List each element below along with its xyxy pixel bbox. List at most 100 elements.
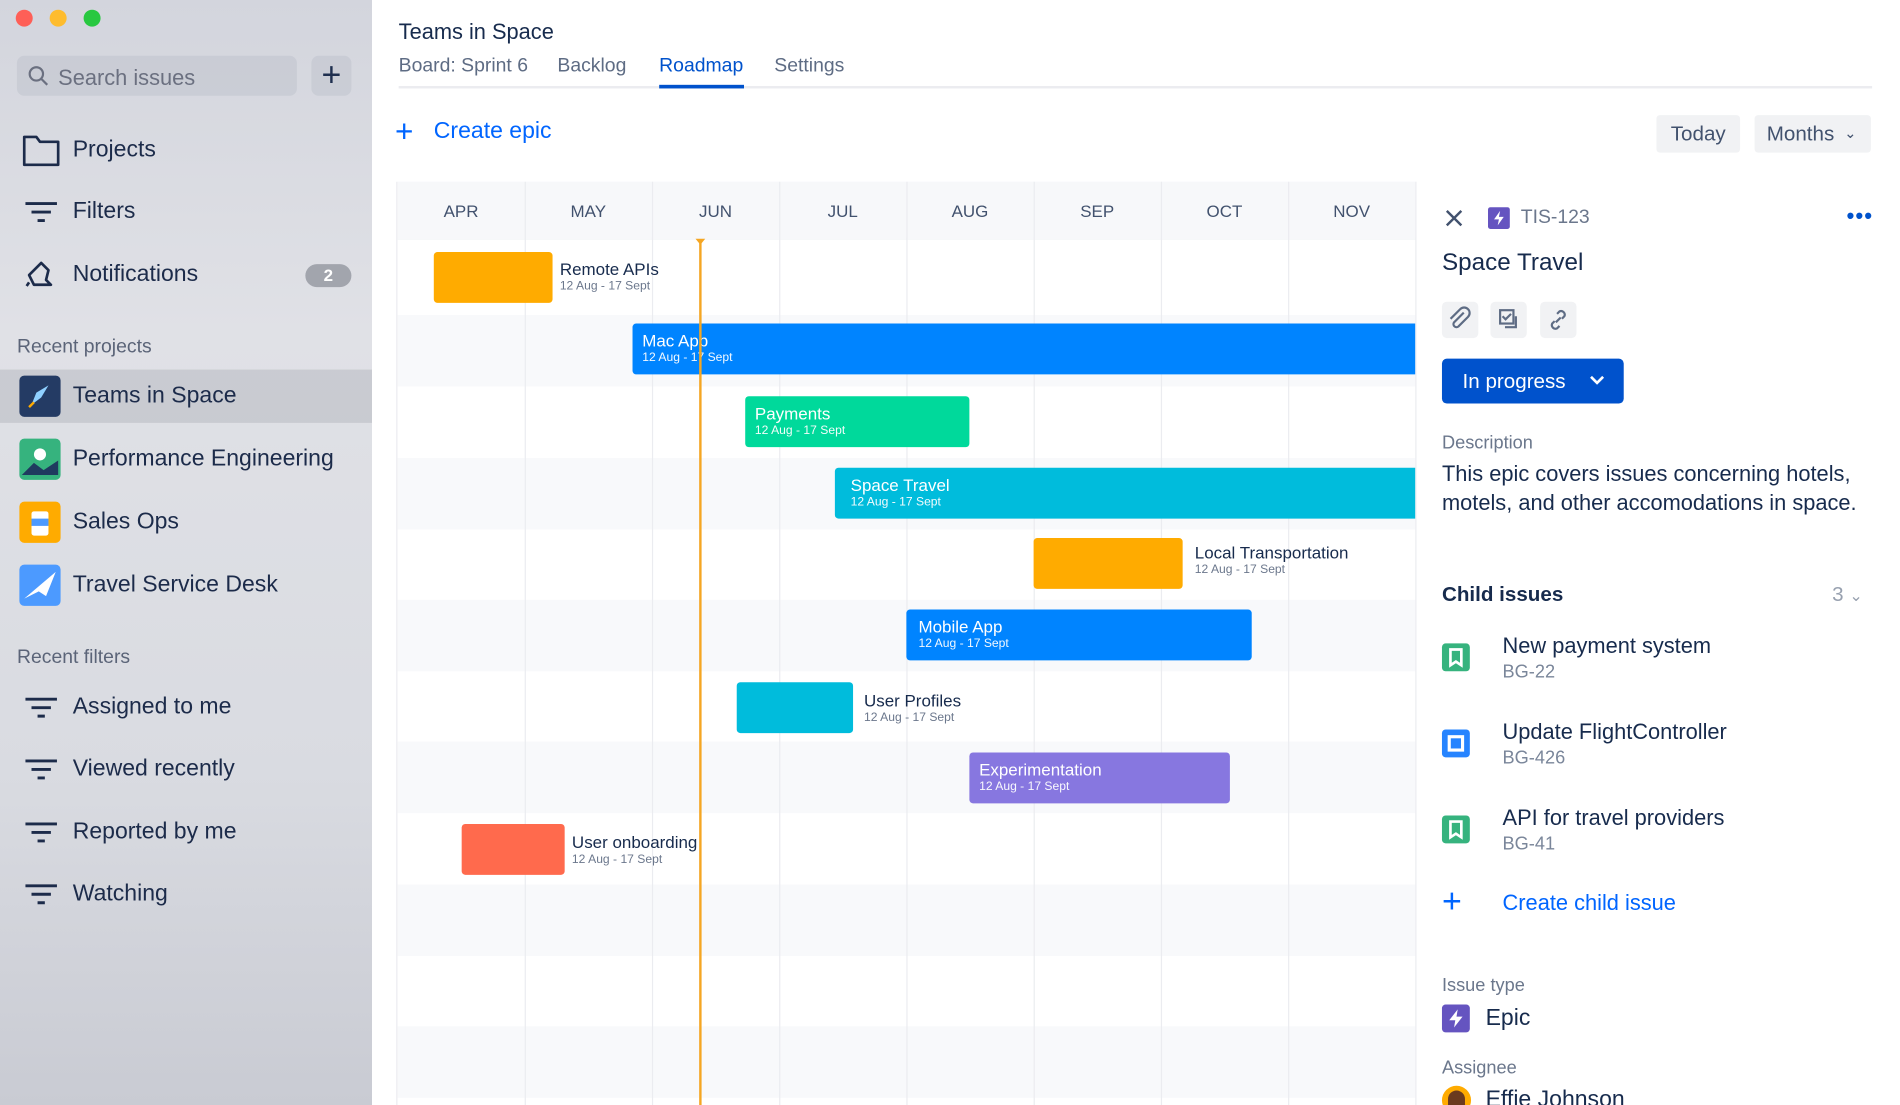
sidebar: Search issues + Projects Filters Notific… (0, 0, 373, 1105)
assignee-name[interactable]: Effie Johnson (1486, 1087, 1625, 1105)
description-label: Description (1441, 432, 1533, 454)
rocket-icon (19, 375, 61, 417)
minimize-window-button[interactable] (49, 9, 67, 27)
epic-bar-remote-apis[interactable] (433, 252, 553, 303)
issue-title[interactable]: Space Travel (1442, 250, 1583, 278)
epic-bar-experimentation[interactable]: Experimentation 12 Aug - 17 Sept (969, 752, 1230, 804)
attach-button[interactable] (1441, 301, 1479, 339)
epic-label: Local Transportation 12 Aug - 17 Sept (1194, 542, 1349, 577)
page-title: Teams in Space (398, 19, 554, 44)
tab-backlog[interactable]: Backlog (557, 56, 626, 78)
status-label: In progress (1462, 369, 1566, 393)
epic-bar-user-onboarding[interactable] (461, 823, 565, 875)
assignee-avatar (1441, 1085, 1472, 1105)
nav-notifications[interactable]: Notifications 2 (0, 248, 372, 301)
assignee-label: Assignee (1441, 1057, 1517, 1079)
nav-projects[interactable]: Projects (0, 124, 372, 177)
landscape-icon (19, 438, 61, 480)
story-icon (1441, 815, 1470, 844)
child-issues-heading: Child issues (1441, 582, 1564, 606)
month-header: NOV (1288, 181, 1416, 240)
filter-label: Reported by me (72, 819, 237, 845)
epic-bar-mac-app[interactable]: Mac App 12 Aug - 17 Sept (632, 323, 1417, 375)
filter-assigned-to-me[interactable]: Assigned to me (0, 681, 372, 734)
filter-watching[interactable]: Watching (0, 868, 372, 921)
tabs-divider (398, 86, 1873, 89)
folder-icon (22, 135, 60, 167)
project-performance-engineering[interactable]: Performance Engineering (0, 433, 372, 486)
issue-key[interactable]: TIS-123 (1521, 207, 1590, 229)
month-header: AUG (906, 181, 1034, 240)
epic-bar-payments[interactable]: Payments 12 Aug - 17 Sept (745, 396, 970, 448)
project-teams-in-space[interactable]: Teams in Space (0, 369, 373, 423)
epic-label: User onboarding 12 Aug - 17 Sept (571, 832, 698, 867)
roadmap-timeline: APR MAY JUN JUL AUG SEP OCT NOV Remote A… (396, 181, 1417, 1105)
tab-roadmap[interactable]: Roadmap (659, 56, 743, 78)
project-label: Performance Engineering (72, 445, 334, 472)
coffee-cup-icon (19, 501, 61, 543)
filter-label: Assigned to me (72, 694, 232, 720)
child-title: API for travel providers (1502, 805, 1725, 831)
epic-label: Remote APIs 12 Aug - 17 Sept (559, 259, 659, 294)
epic-bar-local-transportation[interactable] (1033, 538, 1183, 589)
link-issue-button[interactable] (1540, 301, 1577, 339)
chevron-down-icon: ⌄ (1844, 124, 1857, 142)
epic-bar-user-profiles[interactable] (736, 682, 854, 734)
month-header: JUL (779, 181, 907, 240)
month-header: APR (397, 181, 525, 240)
epic-label: User Profiles 12 Aug - 17 Sept (863, 690, 962, 725)
tab-settings[interactable]: Settings (774, 56, 844, 78)
task-icon (1441, 729, 1470, 758)
plus-icon: + (1441, 882, 1462, 920)
nav-label: Projects (72, 136, 156, 163)
create-epic-label: Create epic (433, 118, 552, 145)
search-input[interactable]: Search issues (16, 55, 297, 96)
child-title: Update FlightController (1502, 719, 1727, 745)
project-travel-service-desk[interactable]: Travel Service Desk (0, 559, 372, 612)
month-header: JUN (651, 181, 780, 240)
active-tab-indicator (659, 84, 745, 89)
today-marker-arrow (695, 238, 706, 245)
epic-bar-mobile-app[interactable]: Mobile App 12 Aug - 17 Sept (906, 609, 1252, 661)
search-placeholder: Search issues (58, 65, 196, 90)
issue-type-value[interactable]: Epic (1486, 1006, 1531, 1033)
close-icon[interactable] (1444, 208, 1463, 227)
project-label: Travel Service Desk (72, 571, 278, 598)
chevron-down-icon: ⌄ (1849, 586, 1863, 605)
months-dropdown[interactable]: Months ⌄ (1754, 115, 1871, 153)
today-button[interactable]: Today (1656, 115, 1741, 153)
filter-icon (25, 884, 57, 905)
bell-icon (25, 261, 53, 287)
filter-label: Watching (72, 880, 168, 907)
tab-board[interactable]: Board: Sprint 6 (399, 56, 528, 78)
more-options-icon[interactable]: ••• (1847, 204, 1874, 229)
search-icon (28, 66, 49, 86)
filter-label: Viewed recently (72, 756, 235, 782)
filter-viewed-recently[interactable]: Viewed recently (0, 743, 372, 796)
add-child-button[interactable] (1490, 301, 1527, 339)
filter-reported-by-me[interactable]: Reported by me (0, 806, 372, 859)
paperclip-icon (1449, 306, 1471, 329)
airplane-icon (19, 564, 61, 606)
project-label: Sales Ops (72, 508, 179, 535)
issue-detail-panel: TIS-123 ••• Space Travel In progress Des… (1415, 181, 1900, 1105)
epic-icon (1441, 1004, 1470, 1033)
add-button[interactable]: + (311, 55, 352, 96)
filter-icon (25, 822, 57, 843)
maximize-window-button[interactable] (83, 9, 101, 27)
nav-label: Notifications (72, 261, 199, 288)
status-dropdown[interactable]: In progress (1441, 358, 1624, 404)
chevron-down-icon (1590, 375, 1605, 385)
child-title: New payment system (1502, 633, 1712, 658)
create-child-label: Create child issue (1502, 890, 1676, 915)
child-key: BG-426 (1502, 747, 1566, 769)
month-header: MAY (524, 181, 652, 240)
description-text[interactable]: This epic covers issues concerning hotel… (1442, 459, 1890, 517)
close-window-button[interactable] (15, 9, 33, 27)
story-icon (1441, 643, 1470, 672)
child-count[interactable]: 3 ⌄ (1832, 583, 1862, 607)
recent-projects-heading: Recent projects (16, 336, 152, 358)
nav-filters[interactable]: Filters (0, 185, 372, 238)
epic-bar-space-travel[interactable]: Space Travel 12 Aug - 17 Sept (834, 467, 1417, 519)
project-sales-ops[interactable]: Sales Ops (0, 496, 372, 549)
